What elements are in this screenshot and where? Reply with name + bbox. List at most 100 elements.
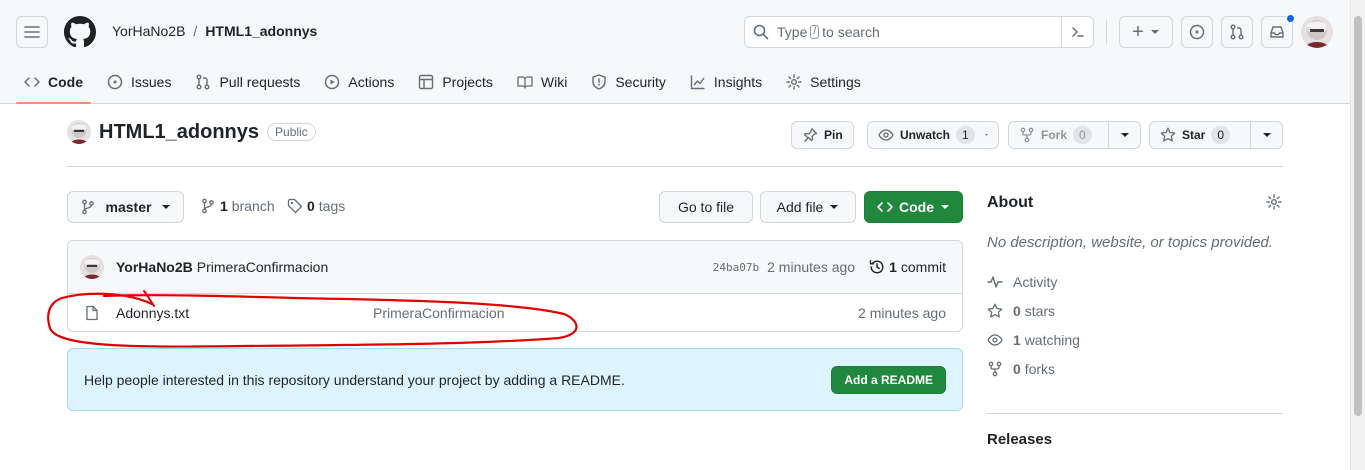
plus-icon: + [1132, 21, 1144, 43]
issue-icon [107, 74, 123, 90]
watch-counter: 1 [956, 126, 975, 144]
file-row[interactable]: Adonnys.txt PrimeraConfirmacion 2 minute… [68, 294, 962, 331]
caret-down-icon [1262, 133, 1271, 137]
commit-sha[interactable]: 24ba07b [713, 261, 759, 274]
history-icon [869, 260, 884, 274]
tag-icon [287, 198, 303, 214]
tab-pull-requests[interactable]: Pull requests [187, 60, 308, 104]
gear-icon[interactable] [1266, 194, 1282, 210]
command-palette-button[interactable] [1061, 17, 1093, 47]
activity-link[interactable]: Activity [987, 274, 1057, 290]
branch-count: 1 [220, 198, 228, 214]
search-placeholder-prefix: Type [777, 24, 808, 40]
releases-title[interactable]: Releases [987, 431, 1052, 448]
forks-link[interactable]: 0 forks [987, 361, 1055, 377]
avatar-image-icon [67, 120, 91, 144]
issues-button[interactable] [1181, 16, 1213, 48]
latest-commit-row: YorHaNo2B PrimeraConfirmacion 24ba07b 2 … [68, 241, 962, 294]
tab-security[interactable]: Security [583, 60, 674, 104]
commits-history-link[interactable]: 1 commit [869, 259, 946, 275]
tab-settings[interactable]: Settings [778, 60, 869, 104]
about-description: No description, website, or topics provi… [987, 234, 1273, 251]
owner-avatar[interactable] [67, 120, 91, 144]
repo-title[interactable]: HTML1_adonnys [99, 121, 259, 144]
watching-link[interactable]: 1 watching [987, 332, 1080, 348]
tab-wiki[interactable]: Wiki [509, 60, 575, 104]
git-branch-icon [202, 198, 214, 214]
caret-down-icon [162, 205, 171, 209]
branch-select-button[interactable]: master [67, 191, 184, 223]
code-dropdown-button[interactable]: Code [864, 191, 963, 223]
page-scrollbar[interactable] [1350, 0, 1365, 470]
repo-link[interactable]: HTML1_adonnys [205, 23, 317, 39]
star-button[interactable]: Star 0 [1149, 121, 1283, 149]
watch-button[interactable]: Unwatch 1 [867, 121, 999, 149]
play-icon [325, 74, 340, 90]
search-input[interactable]: Type / to search [744, 16, 1094, 48]
table-icon [419, 74, 434, 90]
watch-label: Unwatch [900, 128, 951, 142]
star-dropdown-button[interactable] [1250, 122, 1282, 148]
star-icon [987, 303, 1003, 318]
tab-issues[interactable]: Issues [99, 60, 179, 104]
scrollbar-thumb[interactable] [1354, 16, 1362, 416]
file-name[interactable]: Adonnys.txt [116, 305, 189, 321]
tab-actions[interactable]: Actions [316, 60, 402, 104]
tab-label: Security [615, 74, 666, 90]
go-to-file-button[interactable]: Go to file [659, 191, 753, 223]
commit-author-avatar[interactable] [80, 255, 104, 279]
branch-name: master [105, 199, 152, 215]
fork-button[interactable]: Fork 0 [1008, 121, 1141, 149]
pull-requests-button[interactable] [1221, 16, 1253, 48]
about-title: About [987, 194, 1034, 211]
caret-down-icon [1120, 133, 1129, 137]
commit-meta: 24ba07b 2 minutes ago 1 commit [713, 259, 946, 275]
hamburger-menu-button[interactable] [16, 16, 48, 48]
forks-count: 0 [1013, 361, 1021, 377]
inbox-icon [1270, 26, 1284, 38]
tab-label: Insights [713, 74, 763, 90]
repo-head-divider [67, 166, 1283, 167]
commit-message[interactable]: PrimeraConfirmacion [197, 259, 328, 275]
caret-down-icon [1150, 30, 1159, 34]
hamburger-icon [24, 26, 40, 38]
search-icon [753, 24, 769, 40]
tab-label: Actions [348, 74, 395, 90]
fork-dropdown-button[interactable] [1108, 122, 1140, 148]
file-commit-message[interactable]: PrimeraConfirmacion [373, 305, 504, 321]
pulse-icon [987, 276, 1003, 288]
watching-word: watching [1024, 332, 1080, 348]
visibility-badge: Public [267, 123, 316, 141]
eye-icon [878, 129, 894, 141]
tab-label: Code [48, 74, 83, 90]
graph-icon [690, 75, 705, 90]
create-new-button[interactable]: + [1119, 16, 1173, 48]
user-avatar[interactable] [1301, 16, 1333, 48]
tags-link[interactable]: 0 tags [287, 198, 345, 214]
tab-code[interactable]: Code [16, 60, 91, 104]
add-readme-button[interactable]: Add a README [831, 365, 946, 394]
owner-link[interactable]: YorHaNo2B [112, 23, 185, 39]
tab-label: Pull requests [219, 74, 301, 90]
git-branch-icon [81, 199, 94, 215]
tab-insights[interactable]: Insights [682, 60, 770, 104]
commit-author[interactable]: YorHaNo2B [116, 259, 193, 275]
star-icon [1160, 127, 1176, 142]
star-counter: 0 [1211, 126, 1231, 144]
pin-button[interactable]: Pin [791, 121, 854, 149]
github-logo-icon[interactable] [64, 16, 96, 48]
pull-request-icon [196, 74, 210, 90]
add-file-button[interactable]: Add file [760, 191, 856, 223]
file-listing: YorHaNo2B PrimeraConfirmacion 24ba07b 2 … [67, 240, 963, 332]
branches-link[interactable]: 1 branch [200, 198, 275, 214]
pin-label: Pin [824, 128, 843, 142]
stars-link[interactable]: 0 stars [987, 303, 1055, 319]
forks-word: forks [1024, 361, 1056, 377]
repo-forked-icon [988, 361, 1002, 377]
watching-count: 1 [1013, 332, 1021, 348]
code-icon [24, 77, 40, 87]
avatar-image-icon [80, 255, 104, 279]
repo-forked-icon [1020, 127, 1034, 143]
fork-counter: 0 [1073, 126, 1092, 144]
tab-projects[interactable]: Projects [410, 60, 501, 104]
